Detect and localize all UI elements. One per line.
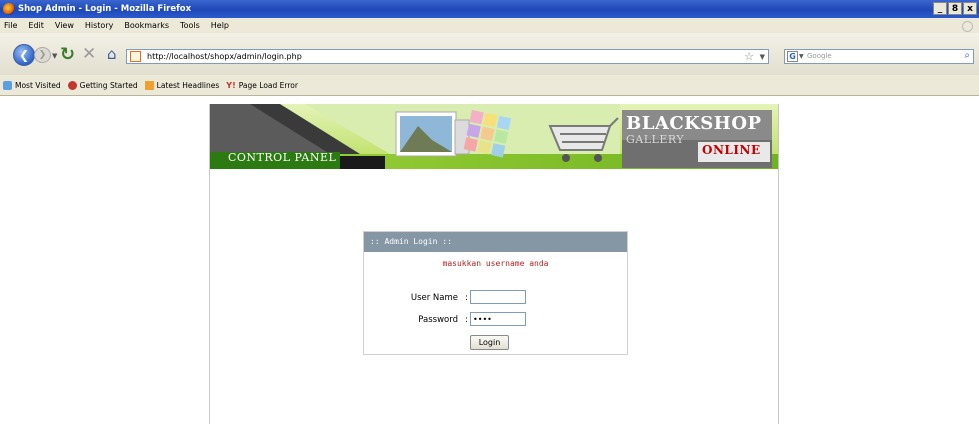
password-label: Password	[418, 315, 458, 325]
navigation-toolbar: ❮ ❯ ▼ ↻ ✕ ⌂ http://localhost/shopx/admin…	[0, 33, 979, 76]
history-dropdown-icon[interactable]: ▼	[52, 52, 57, 60]
login-button[interactable]: Login	[470, 335, 509, 350]
bookmark-star-icon[interactable]: ☆	[744, 50, 754, 63]
password-colon: :	[465, 315, 468, 325]
google-engine-icon[interactable]: G	[787, 51, 798, 62]
login-header: :: Admin Login ::	[364, 232, 627, 252]
window-controls: _ 8 x	[933, 2, 977, 15]
minimize-button[interactable]: _	[933, 2, 947, 15]
menu-bookmarks[interactable]: Bookmarks	[124, 21, 169, 30]
username-label: User Name	[410, 293, 458, 303]
brand-gallery: GALLERY	[626, 133, 685, 146]
back-button[interactable]: ❮	[13, 44, 35, 66]
home-icon[interactable]: ⌂	[107, 45, 117, 63]
forward-button[interactable]: ❯	[34, 47, 51, 63]
activity-throbber-icon	[962, 21, 973, 32]
yahoo-icon: Y!	[226, 80, 236, 90]
engine-dropdown-icon[interactable]: ▼	[799, 53, 804, 60]
search-bar[interactable]: G ▼ Google ⌕	[784, 49, 974, 64]
bookmark-page-load-error[interactable]: Y! Page Load Error	[226, 81, 298, 90]
menu-help[interactable]: Help	[211, 21, 229, 30]
search-placeholder: Google	[807, 52, 832, 60]
maximize-button[interactable]: 8	[948, 2, 962, 15]
site-favicon-icon	[130, 51, 141, 62]
brand-name: BLACKSHOP	[626, 113, 762, 134]
bookmark-latest-headlines[interactable]: Latest Headlines	[144, 80, 219, 90]
address-bar[interactable]: http://localhost/shopx/admin/login.php ☆…	[126, 49, 769, 64]
rss-feed-icon	[144, 80, 154, 90]
bookmarks-toolbar: Most Visited Getting Started Latest Head…	[0, 75, 979, 96]
username-colon: :	[465, 293, 468, 303]
password-input[interactable]	[470, 312, 526, 326]
getting-started-icon	[67, 80, 77, 90]
reload-icon[interactable]: ↻	[60, 44, 75, 65]
login-box: :: Admin Login :: masukkan username anda…	[363, 231, 628, 355]
page-content: CONTROL PANEL BLACKSHOP GALLERY ONLINE :…	[0, 97, 979, 424]
search-icon[interactable]: ⌕	[964, 50, 970, 61]
menu-edit[interactable]: Edit	[28, 21, 44, 30]
bookmark-most-visited[interactable]: Most Visited	[3, 80, 61, 90]
address-dropdown-icon[interactable]: ▼	[760, 53, 765, 61]
menu-history[interactable]: History	[85, 21, 113, 30]
stop-icon[interactable]: ✕	[82, 44, 96, 64]
brand-online: ONLINE	[702, 143, 761, 157]
address-url: http://localhost/shopx/admin/login.php	[147, 52, 302, 61]
menu-bar: File Edit View History Bookmarks Tools H…	[0, 18, 979, 33]
header-banner: CONTROL PANEL BLACKSHOP GALLERY ONLINE	[210, 104, 778, 169]
close-button[interactable]: x	[963, 2, 977, 15]
menu-view[interactable]: View	[55, 21, 74, 30]
window-titlebar: Shop Admin - Login - Mozilla Firefox _ 8…	[0, 0, 979, 18]
bookmark-getting-started[interactable]: Getting Started	[67, 80, 138, 90]
window-title: Shop Admin - Login - Mozilla Firefox	[18, 4, 192, 14]
username-input[interactable]	[470, 290, 526, 304]
firefox-icon	[3, 3, 15, 15]
control-panel-label: CONTROL PANEL	[228, 151, 337, 164]
menu-file[interactable]: File	[4, 21, 17, 30]
menu-tools[interactable]: Tools	[180, 21, 200, 30]
brand-logo: BLACKSHOP GALLERY ONLINE	[624, 111, 772, 168]
most-visited-icon	[3, 80, 12, 90]
admin-panel: CONTROL PANEL BLACKSHOP GALLERY ONLINE :…	[209, 104, 779, 424]
login-message: masukkan username anda	[442, 259, 549, 268]
